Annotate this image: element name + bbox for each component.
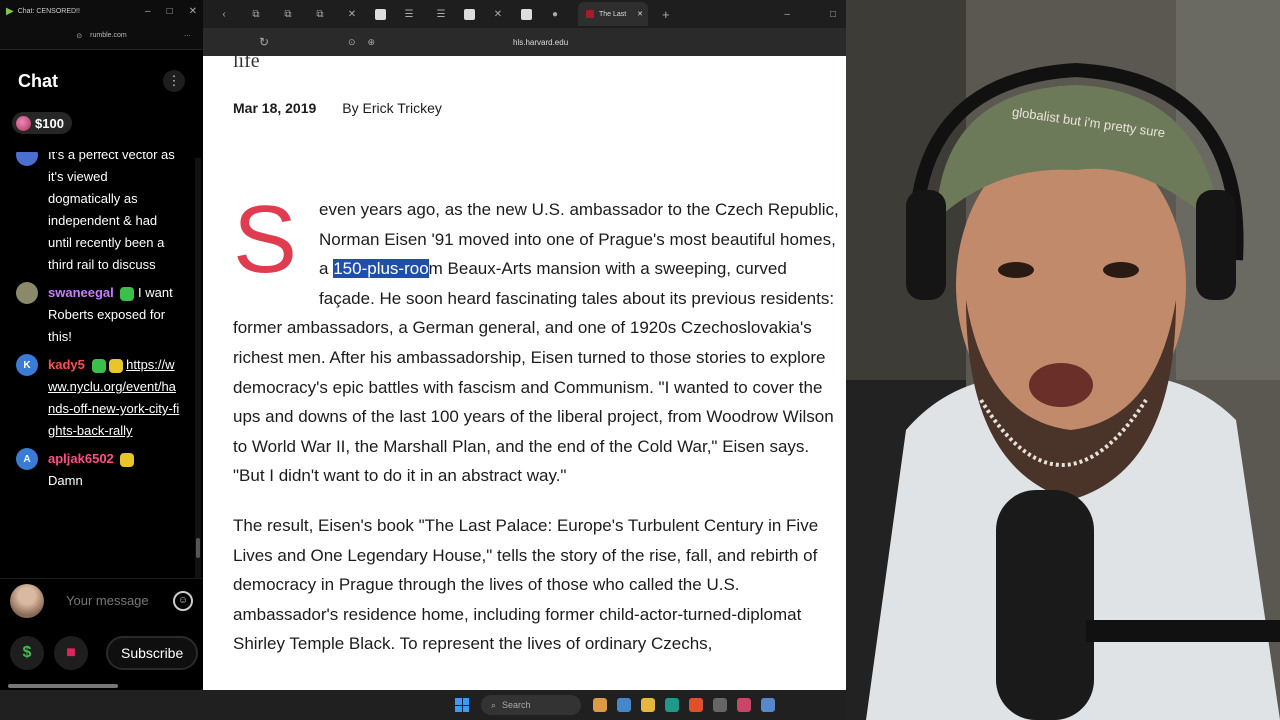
close-button[interactable]: ✕	[189, 6, 197, 17]
tab-icon[interactable]: ⧉	[247, 7, 265, 21]
article-meta: Mar 18, 2019 By Erick Trickey	[233, 100, 442, 116]
x-logo-icon[interactable]: ✕	[343, 7, 361, 21]
x-logo-icon[interactable]: ✕	[489, 7, 507, 21]
chat-title: Chat	[18, 70, 58, 91]
message-text: It's a perfect vector as it's viewed dog…	[48, 152, 175, 272]
active-tab-title: The Last	[599, 10, 627, 18]
article-paragraph: Seven years ago, as the new U.S. ambassa…	[233, 186, 843, 491]
user-avatar	[16, 152, 38, 166]
search-icon: ⌕	[491, 699, 497, 710]
app-icon[interactable]	[761, 698, 775, 712]
verified-badge-icon	[91, 358, 106, 373]
paragraph-text: m Beaux-Arts mansion with a sweeping, cu…	[233, 259, 835, 486]
zoom-icon[interactable]: ⊕	[368, 37, 376, 48]
tab-bar: ‹ ⧉ ⧉ ⧉ ✕ ☰ ☰ ✕ ● The Last ✕ + – □	[203, 0, 846, 28]
chat-input-row: Your message ☺	[0, 578, 203, 622]
browser-window: ‹ ⧉ ⧉ ⧉ ✕ ☰ ☰ ✕ ● The Last ✕ + – □ ↻ ⊙ ⊕…	[203, 0, 846, 690]
tip-dollar-button[interactable]: $	[10, 636, 44, 670]
new-tab-button[interactable]: +	[662, 7, 670, 22]
taskbar: ⌕ Search	[0, 690, 846, 720]
minimize-button[interactable]: –	[784, 9, 790, 20]
app-icon[interactable]	[713, 698, 727, 712]
file-explorer-icon[interactable]	[641, 698, 655, 712]
tab-icon[interactable]: ●	[546, 7, 564, 21]
user-avatar	[16, 282, 38, 304]
tab-icon[interactable]	[521, 8, 532, 20]
supporter-badge-icon	[108, 358, 123, 373]
article-page: life Mar 18, 2019 By Erick Trickey Seven…	[203, 56, 846, 690]
maximize-button[interactable]: □	[830, 9, 836, 20]
article-body: Seven years ago, as the new U.S. ambassa…	[233, 186, 843, 679]
article-paragraph: The result, Eisen's book "The Last Palac…	[233, 515, 819, 654]
user-avatar: A	[16, 448, 38, 470]
app-icon[interactable]	[737, 698, 751, 712]
app-icon[interactable]	[593, 698, 607, 712]
reload-icon[interactable]: ↻	[259, 35, 269, 49]
close-tab-icon[interactable]: ✕	[637, 10, 643, 18]
site-info-icon[interactable]: ⊙	[76, 32, 82, 40]
chat-url[interactable]: rumble.com	[90, 32, 127, 39]
chat-window-title: Chat: CENSORED!!	[17, 7, 80, 15]
message-text: Damn	[48, 473, 83, 488]
tab-icon[interactable]: ⧉	[279, 7, 297, 21]
taskbar-search[interactable]: ⌕ Search	[481, 695, 581, 715]
brave-icon[interactable]	[689, 698, 703, 712]
drop-cap: S	[233, 186, 298, 293]
message-username[interactable]: kady5	[48, 357, 85, 372]
windows-start-icon[interactable]	[455, 698, 469, 712]
article-title-fragment: life	[233, 56, 260, 72]
supporter-badge-icon	[120, 452, 135, 467]
donation-pill[interactable]: $100	[12, 112, 72, 134]
chat-header: Chat ⋮	[0, 50, 203, 112]
tab-active[interactable]: The Last ✕	[578, 2, 648, 26]
tab-icon[interactable]	[464, 8, 475, 20]
my-avatar	[10, 583, 44, 618]
chat-window: ▶ Chat: CENSORED!! – □ ✕ ⊙ rumble.com ⋯ …	[0, 0, 203, 690]
tab-icon[interactable]: ‹	[215, 7, 233, 21]
tab-icon[interactable]: ☰	[400, 7, 418, 21]
edge-icon[interactable]	[665, 698, 679, 712]
chat-titlebar: ▶ Chat: CENSORED!! – □ ✕	[0, 0, 203, 22]
site-settings-icon[interactable]: ⊙	[348, 37, 356, 48]
gift-icon[interactable]: ■	[54, 636, 88, 670]
selected-text: 150-plus-roo	[333, 259, 429, 279]
chat-message: A apljak6502 Damn	[0, 448, 195, 492]
tab-icon[interactable]	[375, 8, 386, 20]
chat-urlbar: ⊙ rumble.com ⋯	[0, 22, 203, 50]
tab-icon[interactable]: ☰	[432, 7, 450, 21]
article-author[interactable]: By Erick Trickey	[342, 100, 442, 116]
emoji-icon[interactable]: ☺	[173, 590, 193, 611]
address-bar[interactable]: hls.harvard.edu	[513, 38, 568, 47]
maximize-button[interactable]: □	[167, 6, 173, 17]
verified-badge-icon	[120, 286, 135, 301]
chat-messages: It's a perfect vector as it's viewed dog…	[0, 152, 195, 572]
webcam-feed: globalist but i'm pretty sure	[846, 0, 1280, 720]
chat-message: It's a perfect vector as it's viewed dog…	[0, 152, 195, 276]
taskbar-apps	[593, 698, 775, 712]
chat-scrollbar[interactable]	[195, 158, 201, 578]
message-username[interactable]: apljak6502	[48, 451, 114, 466]
nav-bar: ↻ ⊙ ⊕ hls.harvard.edu	[203, 28, 846, 56]
article-date: Mar 18, 2019	[233, 100, 317, 116]
webcam-image: globalist but i'm pretty sure	[846, 0, 1280, 720]
message-username[interactable]: swaneegal	[48, 285, 114, 300]
chat-menu-button[interactable]: ⋮	[163, 70, 185, 92]
horizontal-scrollbar[interactable]	[8, 684, 118, 688]
rumble-logo-icon: ▶	[6, 5, 14, 17]
tab-icon[interactable]: ⧉	[311, 7, 329, 21]
donor-avatar	[16, 115, 31, 131]
more-options-icon[interactable]: ⋯	[184, 32, 191, 40]
user-avatar: K	[16, 354, 38, 376]
subscribe-button[interactable]: Subscribe	[106, 636, 199, 670]
donation-amount: $100	[35, 115, 64, 131]
chat-message: K kady5 https://www.nyclu.org/event/hand…	[0, 354, 195, 442]
chat-message-input[interactable]: Your message	[66, 593, 149, 608]
minimize-button[interactable]: –	[145, 6, 151, 17]
chat-message: swaneegal I want Roberts exposed for thi…	[0, 282, 195, 348]
chat-actions: $ ■ Subscribe	[10, 636, 199, 670]
app-icon[interactable]	[617, 698, 631, 712]
harvard-favicon-icon	[586, 10, 594, 18]
